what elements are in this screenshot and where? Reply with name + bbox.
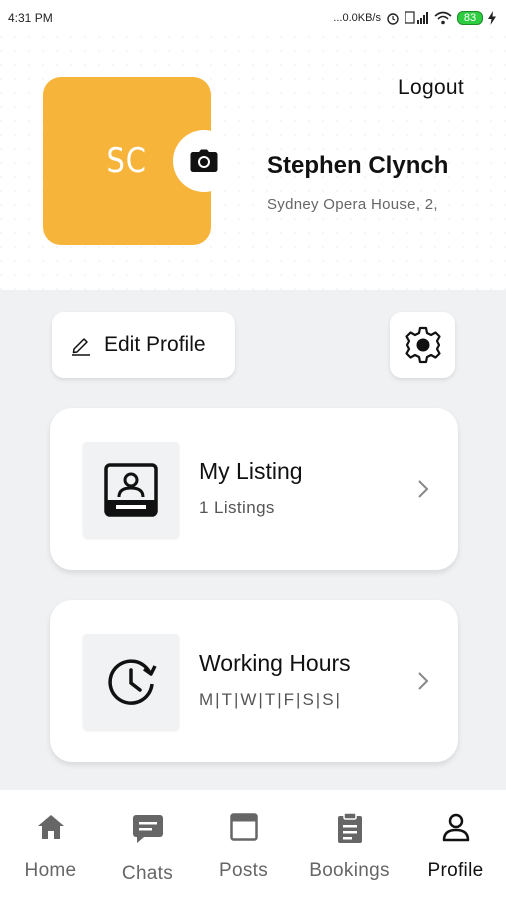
status-time: 4:31 PM [8,11,53,25]
listing-icon-box [83,442,179,538]
change-photo-button[interactable] [173,130,235,192]
settings-button[interactable] [390,312,455,378]
nav-posts[interactable]: Posts [193,790,294,900]
hours-icon-box [83,634,179,730]
logout-button[interactable]: Logout [398,76,464,100]
user-address: Sydney Opera House, 2, [267,196,438,213]
my-listing-title: My Listing [199,458,303,484]
battery-indicator: 83 [457,11,483,25]
nav-home[interactable]: Home [0,790,101,900]
chevron-right-icon [418,672,429,690]
charging-icon [488,11,496,25]
working-hours-title: Working Hours [199,650,351,676]
profile-header: SC Logout Stephen Clynch Sydney Opera Ho… [0,36,506,290]
listing-icon [104,463,158,517]
nav-home-label: Home [24,860,77,881]
working-hours-card[interactable]: Working Hours M|T|W|T|F|S|S| [50,600,458,762]
working-days: M|T|W|T|F|S|S| [199,690,342,709]
chevron-right-icon [418,480,429,498]
network-speed: ...0.0KB/s [333,12,381,24]
nav-profile-label: Profile [427,860,484,881]
chat-icon [132,815,163,843]
home-icon [37,815,64,839]
profile-icon [442,813,469,842]
signal-icon [405,11,428,24]
nav-profile[interactable]: Profile [405,790,506,900]
posts-icon [229,813,258,841]
bookings-icon [337,812,362,843]
my-listing-card[interactable]: My Listing 1 Listings [50,408,458,570]
status-bar: 4:31 PM ...0.0KB/s 83 [0,0,506,36]
wifi-icon [434,11,452,25]
clock-refresh-icon [108,659,157,705]
nav-chats[interactable]: Chats [97,790,198,900]
nav-chats-label: Chats [121,863,174,884]
my-listing-count: 1 Listings [199,498,275,517]
avatar-initials: SC [106,141,148,181]
nav-posts-label: Posts [218,860,269,881]
nav-bookings-label: Bookings [309,860,390,881]
camera-icon [190,149,218,172]
bottom-nav: Home Chats Posts Bookings Profile [0,790,506,900]
nav-bookings[interactable]: Bookings [299,790,400,900]
edit-profile-button[interactable]: Edit Profile [52,312,235,378]
edit-profile-label: Edit Profile [104,333,206,356]
pencil-icon [72,338,90,356]
status-icons: ...0.0KB/s 83 [333,11,496,25]
alarm-icon [387,13,399,25]
user-name: Stephen Clynch [267,152,449,179]
profile-content: Edit Profile My Listing 1 Listings Worki… [0,290,506,790]
gear-icon [404,326,441,364]
